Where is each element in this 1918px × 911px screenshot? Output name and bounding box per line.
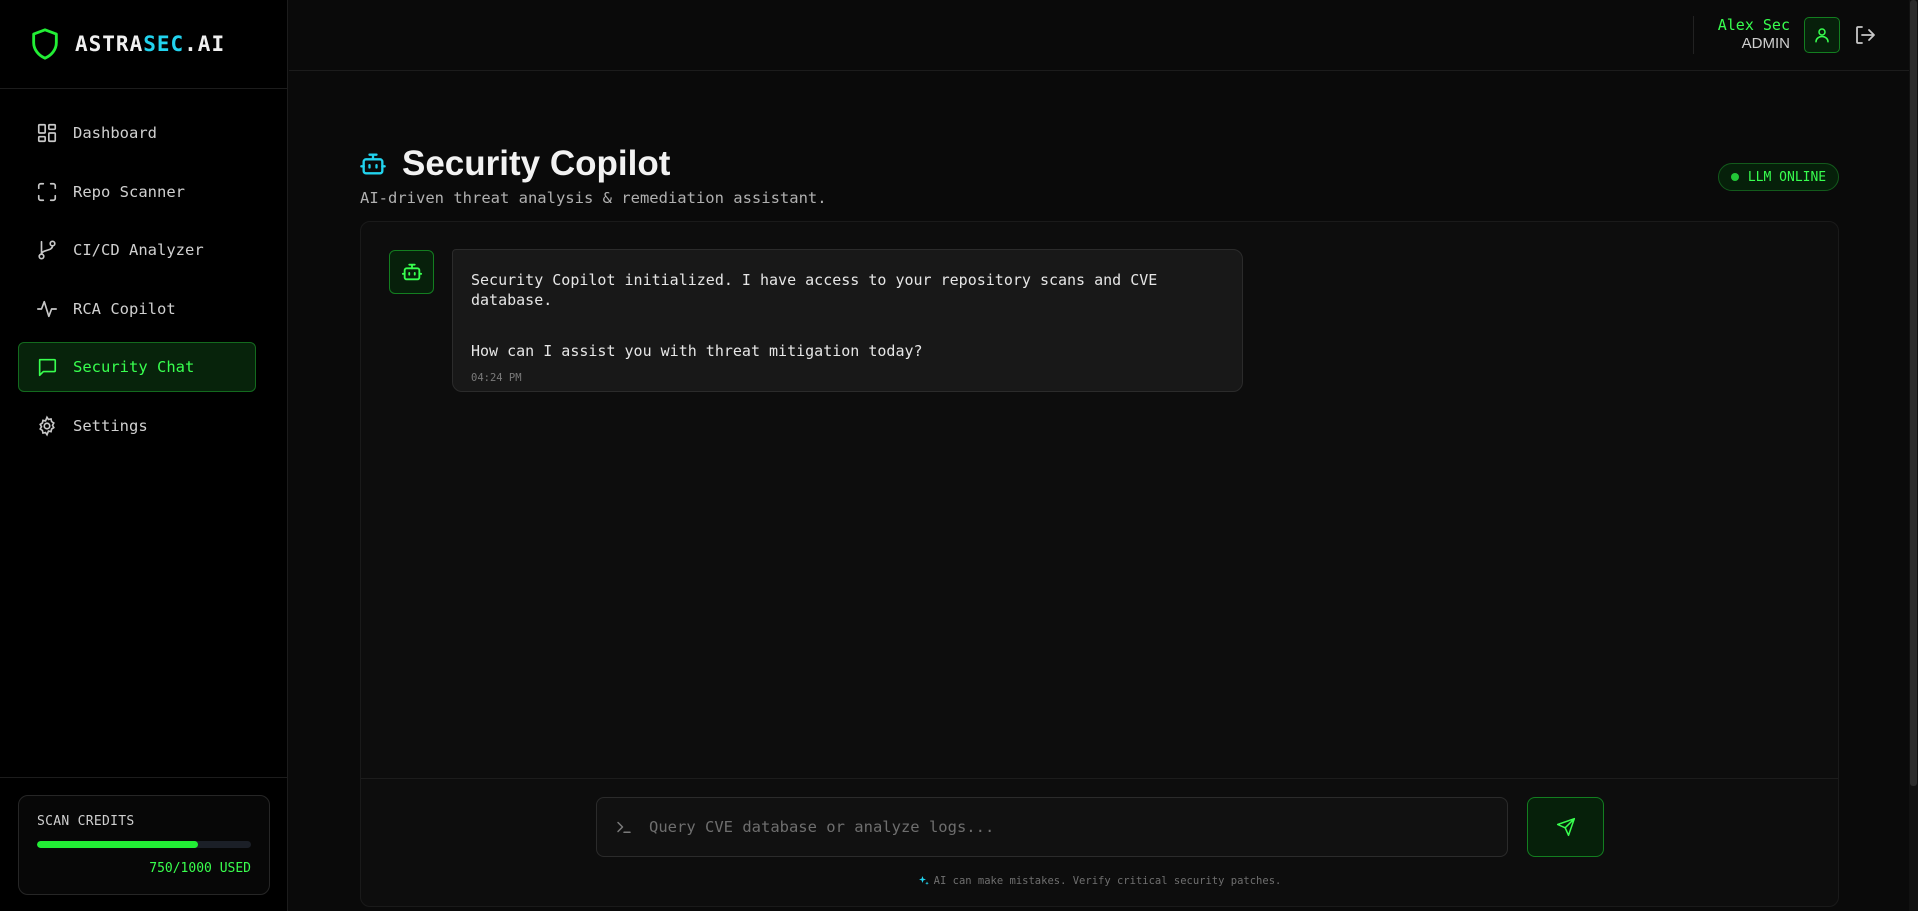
shield-icon <box>32 28 58 60</box>
scan-credits-used: 750/1000 USED <box>149 861 251 876</box>
user-icon <box>1815 28 1829 43</box>
sidebar-item-rca-copilot[interactable]: RCA Copilot <box>18 284 256 334</box>
bot-icon <box>401 263 422 281</box>
sidebar-item-label: Repo Scanner <box>73 182 185 201</box>
page-scrollbar-thumb[interactable] <box>1910 0 1917 786</box>
sidebar-nav: Dashboard Repo Scanner CI/CD Analyzer RC… <box>18 108 256 459</box>
layout-grid-icon <box>37 123 57 143</box>
sparkles-icon <box>918 876 929 885</box>
message-square-icon <box>38 358 57 377</box>
sidebar-item-label: Dashboard <box>73 124 157 142</box>
sidebar-item-repo-scanner[interactable]: Repo Scanner <box>18 167 256 217</box>
scan-credits-progress <box>37 841 251 848</box>
ai-disclaimer: AI can make mistakes. Verify critical se… <box>361 875 1838 887</box>
page-subtitle: AI-driven threat analysis & remediation … <box>360 189 827 207</box>
page-scrollbar[interactable] <box>1909 0 1918 911</box>
sidebar: ASTRASEC.AI Dashboard Repo Scanner CI/CD… <box>0 0 288 911</box>
chat-input-area: AI can make mistakes. Verify critical se… <box>361 778 1838 906</box>
sidebar-item-label: CI/CD Analyzer <box>73 241 204 259</box>
chat-message-bot: Security Copilot initialized. I have acc… <box>452 249 1243 392</box>
bot-icon <box>360 153 386 175</box>
page-title: Security Copilot <box>402 144 671 183</box>
gear-icon <box>39 415 55 436</box>
sidebar-item-label: Security Chat <box>73 358 195 376</box>
brand-logo[interactable]: ASTRASEC.AI <box>0 0 287 89</box>
message-text: Security Copilot initialized. I have acc… <box>471 271 1158 309</box>
llm-status-badge: LLM ONLINE <box>1718 163 1839 191</box>
user-role: ADMIN <box>1741 35 1790 52</box>
chat-panel: Security Copilot initialized. I have acc… <box>360 221 1839 907</box>
bot-avatar <box>389 250 434 294</box>
sidebar-item-cicd-analyzer[interactable]: CI/CD Analyzer <box>18 225 256 275</box>
message-timestamp: 04:24 PM <box>471 372 522 384</box>
page-header: Security Copilot <box>359 144 670 184</box>
git-branch-icon <box>38 240 56 260</box>
user-name: Alex Sec <box>1717 16 1790 34</box>
sidebar-item-security-chat[interactable]: Security Chat <box>18 342 256 392</box>
brand-name: ASTRASEC.AI <box>75 32 226 56</box>
scan-frame-icon <box>37 182 57 201</box>
activity-icon <box>37 300 57 317</box>
status-badge-label: LLM ONLINE <box>1747 169 1827 185</box>
scan-credits-card: SCAN CREDITS 750/1000 USED <box>18 795 270 895</box>
sidebar-item-dashboard[interactable]: Dashboard <box>18 108 256 158</box>
message-text: How can I assist you with threat mitigat… <box>471 342 923 360</box>
sidebar-footer: SCAN CREDITS 750/1000 USED <box>0 777 288 911</box>
send-icon <box>1556 817 1575 837</box>
status-dot <box>1730 173 1739 181</box>
scan-credits-title: SCAN CREDITS <box>37 814 135 829</box>
chat-input-box[interactable] <box>596 797 1508 857</box>
disclaimer-text: AI can make mistakes. Verify critical se… <box>933 875 1282 887</box>
chat-input[interactable] <box>649 818 1489 836</box>
scan-credits-progress-fill <box>37 841 198 848</box>
terminal-icon <box>617 821 631 833</box>
send-button[interactable] <box>1527 797 1604 857</box>
logout-icon[interactable] <box>1853 23 1877 47</box>
topbar-divider <box>1693 16 1694 54</box>
sidebar-item-settings[interactable]: Settings <box>18 401 256 451</box>
sidebar-item-label: RCA Copilot <box>73 299 176 318</box>
sidebar-item-label: Settings <box>73 416 148 435</box>
top-bar: Alex Sec ADMIN <box>289 0 1918 71</box>
user-avatar-button[interactable] <box>1804 17 1840 53</box>
